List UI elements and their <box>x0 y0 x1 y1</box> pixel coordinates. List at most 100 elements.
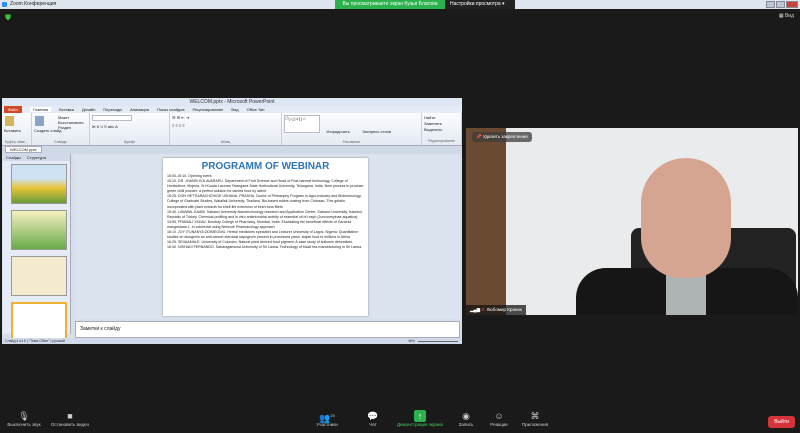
share-screen-button[interactable]: ↑ Демонстрация экрана <box>397 410 443 427</box>
slide-thumbnail[interactable] <box>11 256 67 296</box>
group-label: Абзац <box>220 140 231 144</box>
participant-name-tag: ▂▄▆ ✗ Любомир Краник <box>466 305 526 315</box>
group-label: Рисование <box>342 140 361 144</box>
tab-home[interactable]: Главная <box>29 107 52 112</box>
paste-button[interactable]: Вставить <box>4 128 29 133</box>
font-group: Ж К Ч S abc A Шрифт <box>90 113 170 145</box>
tab-design[interactable]: Дизайн <box>82 107 95 112</box>
document-tab-bar: WELCOM.pptx <box>2 146 462 154</box>
share-screen-icon: ↑ <box>413 410 426 422</box>
slide-editor: PROGRAMM OF WEBINAR 15:00-15:10. Opening… <box>75 154 460 319</box>
group-label: Редактирование <box>428 139 455 143</box>
new-slide-icon[interactable] <box>35 116 44 126</box>
slide-thumbnail[interactable] <box>11 210 67 250</box>
mute-button[interactable]: 🎙 Выключить звук <box>7 410 40 427</box>
reactions-button[interactable]: ☺ Реакции <box>490 410 507 427</box>
select-button[interactable]: Выделить <box>424 127 459 133</box>
participants-button[interactable]: 👥20 Участники <box>316 410 338 427</box>
zoom-logo-icon <box>2 2 7 7</box>
chat-icon: 💬 <box>367 411 379 421</box>
apps-icon: ⌘ <box>530 411 540 421</box>
close-button[interactable] <box>786 1 798 8</box>
share-label: Демонстрация экрана <box>397 422 443 427</box>
ribbon: Вставить Буфер обме... Создать слайд Макет… <box>2 113 462 146</box>
reactions-label: Реакции <box>490 422 508 427</box>
mute-label: Выключить звук <box>7 422 41 427</box>
slides-group: Создать слайд Макет Восстановить Раздел Слай… <box>32 113 90 145</box>
tab-office-tab[interactable]: Office Tab <box>247 107 265 112</box>
participant-name: Любомир Краник <box>486 307 522 312</box>
slides-panel: Слайды Структура <box>3 154 71 342</box>
view-options-dropdown[interactable]: Настройки просмотра ▾ <box>445 0 515 9</box>
participants-icon: 👥20 <box>319 413 335 423</box>
viewing-screen-badge: Вы просматриваете экран Кузья Благова <box>335 0 445 9</box>
view-label: Вид <box>784 13 794 19</box>
slide-thumbnail-selected[interactable] <box>11 302 67 342</box>
window-title: Zoom Конференция <box>10 1 57 7</box>
slide-thumbnail[interactable] <box>11 164 67 204</box>
shapes-gallery[interactable]: □╲○△⇨{ }☆ <box>284 115 320 133</box>
stop-video-button[interactable]: ■ Остановить видео <box>51 410 89 427</box>
slide[interactable]: PROGRAMM OF WEBINAR 15:00-15:10. Opening… <box>163 158 368 316</box>
apps-label: Приложения <box>521 422 549 427</box>
arrange-button[interactable]: Упорядочить <box>326 129 350 134</box>
view-options-label: Настройки просмотра <box>450 1 501 7</box>
record-icon: ◉ <box>462 411 470 421</box>
window-controls <box>766 1 798 8</box>
notes-field[interactable]: Заметки к слайду <box>75 321 460 338</box>
maximize-button[interactable] <box>776 1 785 8</box>
language: русский <box>52 339 65 343</box>
chat-label: Чат <box>369 422 377 427</box>
microphone-icon: 🎙 <box>18 411 30 421</box>
section-button[interactable]: Раздел <box>58 125 84 130</box>
group-label: Слайды <box>53 140 68 144</box>
participant-video: 📌 Удалить закрепление ▂▄▆ ✗ Любомир Кран… <box>466 128 798 315</box>
unpin-button[interactable]: 📌 Удалить закрепление <box>472 132 532 142</box>
tab-insert[interactable]: Вставка <box>59 107 74 112</box>
slide-line: 16:40. NISHADI FERNANDO. Sabaragamuwa Un… <box>167 245 363 250</box>
signal-icon: ▂▄▆ <box>470 307 481 312</box>
camera-icon: ■ <box>67 411 73 421</box>
chat-button[interactable]: 💬 Чат <box>367 410 378 427</box>
apps-button[interactable]: ⌘ Приложения <box>522 410 548 427</box>
status-bar: Слайд 4 из 5 | "Тема Office" | русский 4… <box>2 338 462 344</box>
clipboard-group: Вставить Буфер обме... <box>2 113 32 145</box>
record-button[interactable]: ◉ Запись <box>459 410 474 427</box>
participants-label: Участники <box>316 422 338 427</box>
slide-counter: Слайд 4 из 5 <box>5 339 26 343</box>
theme-name: "Тема Office" <box>28 339 50 343</box>
security-shield-icon[interactable]: ⛊ <box>5 13 11 23</box>
view-button[interactable]: ▦ Вид <box>779 13 794 19</box>
meeting-toolbar: 🎙 Выключить звук ■ Остановить видео 👥20 Уча… <box>0 405 800 433</box>
slide-line: 15:10. DR. JHANSI KOLAVARAPU. Department… <box>167 179 364 194</box>
tab-file[interactable]: Файл <box>4 106 22 113</box>
tab-transitions[interactable]: Переходы <box>103 107 122 112</box>
video-person-head <box>641 158 731 278</box>
zoom-slider[interactable] <box>418 340 458 342</box>
document-tab[interactable]: WELCOM.pptx <box>5 146 42 153</box>
minimize-button[interactable] <box>766 1 775 8</box>
powerpoint-window: WELCOM.pptx - Microsoft PowerPoint Файл … <box>2 98 462 344</box>
slide-title: PROGRAMM OF WEBINAR <box>201 161 330 172</box>
zoom-control: 48% <box>408 338 458 344</box>
reactions-icon: ☺ <box>494 411 504 421</box>
quick-styles-button[interactable]: Экспресс-стили <box>362 129 391 134</box>
tab-view[interactable]: Вид <box>231 107 238 112</box>
tab-slides[interactable]: Слайды <box>6 155 21 160</box>
zoom-level: 48% <box>407 339 415 343</box>
font-name-select[interactable] <box>92 115 132 121</box>
tab-outline[interactable]: Структура <box>27 155 46 160</box>
paste-icon[interactable] <box>5 116 14 126</box>
tab-review[interactable]: Рецензирование <box>193 107 224 112</box>
video-label: Остановить видео <box>50 422 90 427</box>
tab-slideshow[interactable]: Показ слайдов <box>157 107 185 112</box>
ppt-title-bar: WELCOM.pptx - Microsoft PowerPoint <box>2 98 462 106</box>
muted-mic-icon: ✗ <box>481 307 486 312</box>
group-label: Буфер обме... <box>5 140 28 144</box>
paragraph-group: ☰ ☰ ⇤ ⇥ ≡ ≡ ≡ ≡ Абзац <box>170 113 282 145</box>
slide-line: 15:40. LAWWAL KAABI. Sabanci University … <box>167 209 363 219</box>
ribbon-tabs: Файл Главная Вставка Дизайн Переходы Ани… <box>2 106 462 113</box>
leave-button[interactable]: Выйти <box>768 416 795 428</box>
slide-line: 15:25. DON HETTIARACHCHIGE USHANA. PRASH… <box>167 194 362 209</box>
tab-animation[interactable]: Анимация <box>130 107 149 112</box>
